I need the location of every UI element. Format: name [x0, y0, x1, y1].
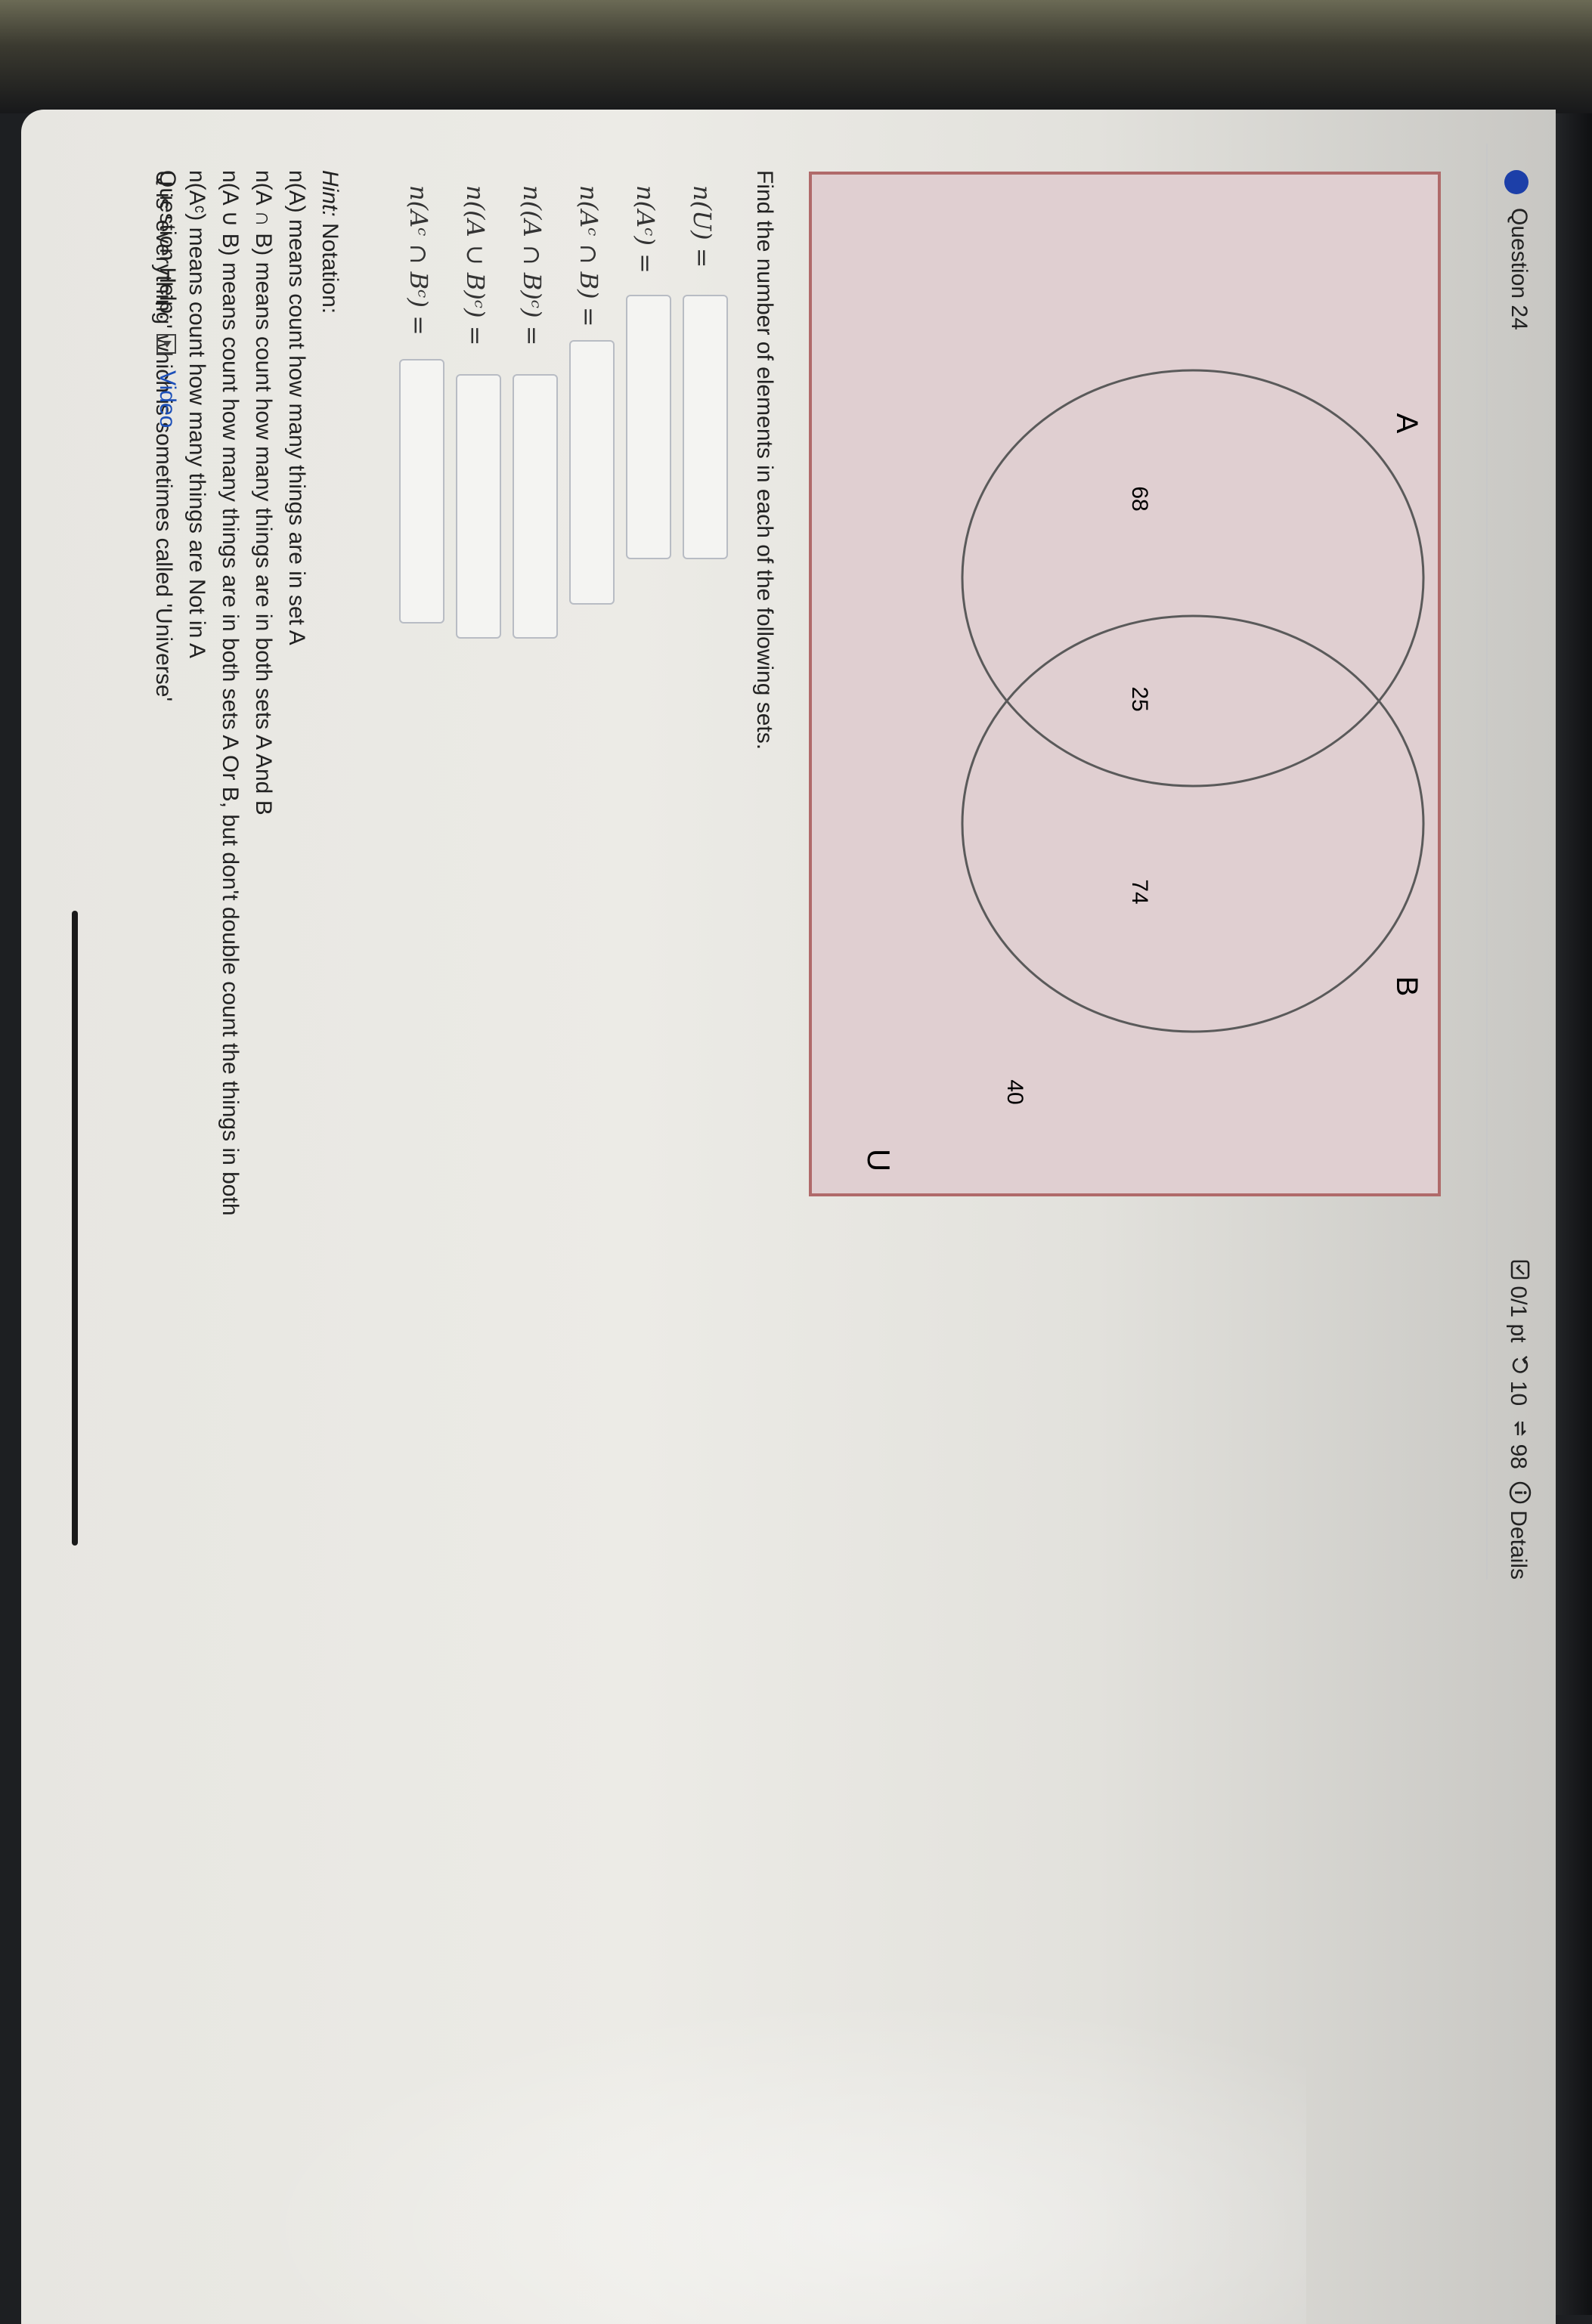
answer-n-u[interactable] [683, 295, 728, 559]
details-link[interactable]: Details [1506, 1510, 1531, 1580]
device-top-bezel [0, 0, 1592, 113]
only-a-value: 68 [1127, 486, 1152, 511]
answer-n-a-complement[interactable] [626, 295, 671, 559]
retry-icon [1504, 1355, 1530, 1375]
outside-value: 40 [1002, 1079, 1027, 1104]
question-help-label: Question Help: [155, 170, 180, 320]
screen: Question 24 0/1 pt 10 98 Details A B U 6… [21, 110, 1556, 2324]
question-label-n-a-union-b-complement: n((A ∪ B)ᶜ) = [461, 185, 490, 346]
only-b-value: 74 [1127, 879, 1152, 904]
score-text: 0/1 pt [1506, 1286, 1532, 1343]
question-label-n-a-complement: n(Aᶜ) = [631, 185, 660, 274]
video-link[interactable]: Video [155, 370, 180, 428]
venn-diagram: A B U 68 25 74 40 [807, 170, 1442, 1198]
question-page: Question 24 0/1 pt 10 98 Details A B U 6… [21, 110, 1556, 2324]
hint-line: n(Aᶜ) means count how many things are No… [184, 170, 209, 658]
submissions-count: 98 [1506, 1444, 1532, 1469]
question-title: Question 24 [1507, 208, 1532, 330]
hint-line: n(A ∪ B) means count how many things are… [218, 170, 243, 1216]
info-icon[interactable] [1503, 1481, 1532, 1504]
hint-line: n(A ∩ B) means count how many things are… [251, 170, 276, 815]
question-label-n-u: n(U) = [688, 185, 717, 268]
universe-label: U [861, 1149, 897, 1171]
answer-n-ac-int-bc[interactable] [399, 359, 444, 624]
question-label-n-ac-int-bc: n(Aᶜ ∩ Bᶜ) = [404, 185, 433, 336]
retries-count: 10 [1506, 1380, 1532, 1406]
answer-n-a-union-b-complement[interactable] [456, 374, 501, 639]
question-meta: 0/1 pt 10 98 Details [1503, 1254, 1532, 1580]
universe-rect [809, 172, 1441, 1196]
question-header: Question 24 0/1 pt 10 98 Details [1486, 144, 1541, 1580]
device-side-bezel [1550, 113, 1592, 2315]
score-icon [1504, 1260, 1530, 1280]
scrollbar-thumb[interactable] [72, 911, 78, 1546]
question-help: Question Help: Video [154, 170, 180, 428]
submissions-icon [1504, 1419, 1530, 1438]
answer-n-a-int-b-complement[interactable] [513, 374, 558, 639]
question-label-n-a-int-b-complement: n((A ∩ B)ᶜ) = [518, 185, 547, 346]
intersection-value: 25 [1127, 686, 1152, 711]
question-prompt: Find the number of elements in each of t… [752, 170, 777, 750]
question-label-n-ac-int-b: n(Aᶜ ∩ B) = [575, 185, 603, 327]
video-icon[interactable] [156, 333, 176, 354]
answer-n-ac-int-b[interactable] [569, 340, 615, 605]
question-status-dot [1504, 170, 1529, 194]
hint-title: Hint: Notation: [317, 170, 342, 314]
hint-line: n(A) means count how many things are in … [284, 170, 309, 645]
set-a-label: A [1390, 413, 1423, 434]
set-b-label: B [1390, 976, 1423, 997]
